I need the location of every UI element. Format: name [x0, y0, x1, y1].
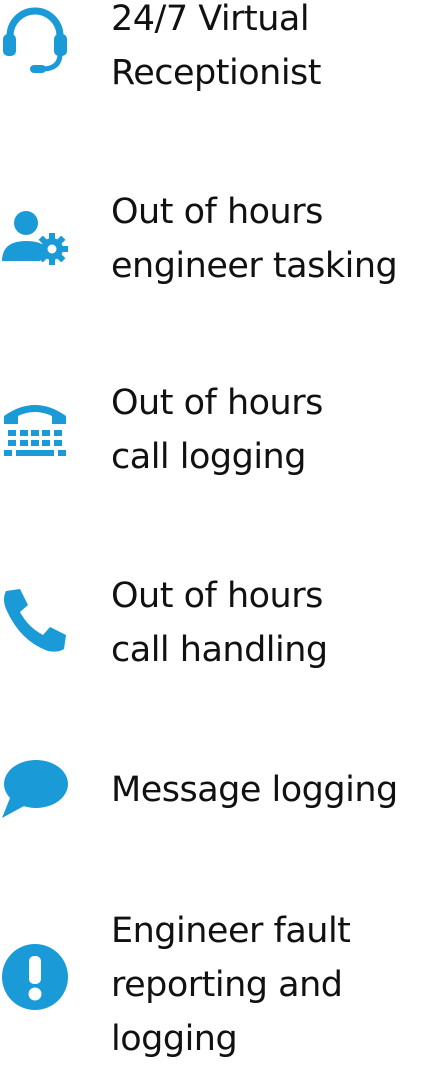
feature-title-line: reporting and	[111, 965, 343, 1005]
feature-title-line: call handling	[111, 630, 328, 670]
feature-title-line: Out of hours	[111, 383, 323, 423]
feature-title-line: Receptionist	[111, 53, 322, 93]
feature-title-line: 24/7 Virtual	[111, 0, 310, 39]
exclamation-circle-icon	[0, 942, 70, 1012]
phone-handset-icon	[0, 585, 70, 655]
feature-title-line: Engineer fault	[111, 911, 351, 951]
headset-icon	[0, 6, 70, 76]
feature-title-line: logging	[111, 1019, 238, 1059]
feature-title-line: Out of hours	[111, 576, 323, 616]
feature-title-line: engineer tasking	[111, 246, 398, 286]
feature-title-line: call logging	[111, 437, 306, 477]
chat-bubble-icon	[0, 752, 70, 822]
user-gear-icon	[0, 205, 70, 275]
telephone-keypad-icon	[0, 394, 70, 464]
feature-title-line: Out of hours	[111, 192, 323, 232]
feature-title-line: Message logging	[111, 770, 398, 810]
